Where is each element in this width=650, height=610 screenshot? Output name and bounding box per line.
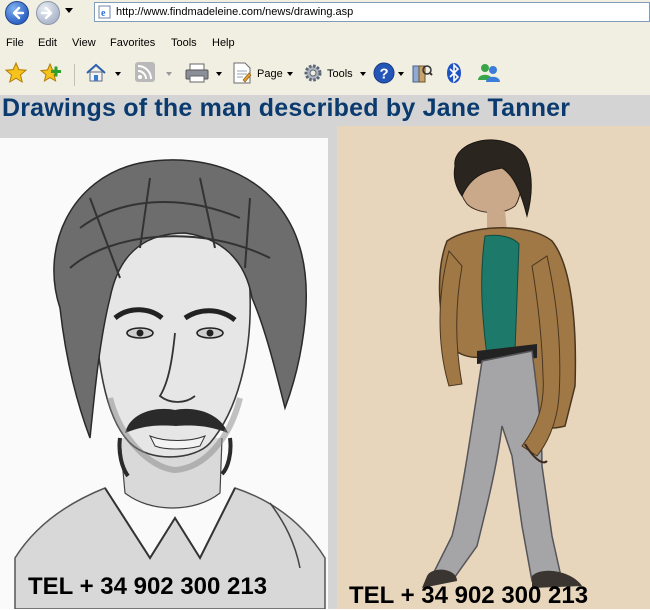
tools-gear-icon[interactable]	[302, 61, 324, 85]
bluetooth-icon[interactable]	[444, 61, 464, 85]
url-field[interactable]: e http://www.findmadeleine.com/news/draw…	[94, 2, 650, 22]
forward-button[interactable]	[36, 1, 60, 25]
menu-favorites[interactable]: Favorites	[110, 37, 155, 49]
add-favorite-icon[interactable]	[38, 61, 64, 85]
walking-figure-image	[337, 126, 650, 609]
forward-arrow-icon	[40, 6, 53, 20]
recent-pages-dropdown-icon[interactable]	[65, 8, 73, 14]
tools-menu-label[interactable]: Tools	[327, 68, 353, 80]
back-button[interactable]	[5, 1, 29, 25]
menu-file[interactable]: File	[6, 37, 24, 49]
url-text: http://www.findmadeleine.com/news/drawin…	[116, 6, 354, 18]
ie-page-icon: e	[98, 5, 111, 19]
page-dropdown-arrow[interactable]	[287, 72, 293, 76]
browser-chrome: e http://www.findmadeleine.com/news/draw…	[0, 0, 650, 95]
home-icon[interactable]	[84, 61, 108, 85]
composite-face-drawing: TEL + 34 902 300 213	[0, 138, 328, 609]
walking-man-drawing: TEL + 34 902 300 213	[337, 126, 650, 609]
command-toolbar: Page Tools ?	[0, 58, 650, 92]
page-menu-label[interactable]: Page	[257, 68, 283, 80]
page-title: Drawings of the man described by Jane Ta…	[2, 94, 571, 122]
face-sketch-image	[0, 138, 328, 609]
toolbar-separator	[74, 64, 75, 86]
svg-text:e: e	[101, 8, 106, 19]
menu-edit[interactable]: Edit	[38, 37, 57, 49]
favorites-star-icon[interactable]	[4, 61, 28, 85]
svg-text:?: ?	[380, 66, 389, 83]
tools-dropdown-arrow[interactable]	[360, 72, 366, 76]
right-phone-caption: TEL + 34 902 300 213	[349, 582, 589, 609]
left-phone-caption: TEL + 34 902 300 213	[28, 573, 268, 600]
menu-help[interactable]: Help	[212, 37, 235, 49]
print-dropdown-arrow[interactable]	[216, 72, 222, 76]
help-icon[interactable]: ?	[372, 61, 396, 85]
menu-view[interactable]: View	[72, 37, 96, 49]
research-icon[interactable]	[410, 61, 434, 85]
help-dropdown-arrow[interactable]	[398, 72, 404, 76]
address-bar: e http://www.findmadeleine.com/news/draw…	[0, 0, 650, 26]
rss-feed-icon[interactable]	[134, 61, 156, 83]
menu-tools[interactable]: Tools	[171, 37, 197, 49]
print-icon[interactable]	[184, 61, 210, 85]
feeds-dropdown-arrow[interactable]	[166, 72, 172, 76]
messenger-icon[interactable]	[476, 61, 502, 85]
home-dropdown-arrow[interactable]	[115, 72, 121, 76]
page-icon[interactable]	[231, 61, 253, 85]
web-page: Drawings of the man described by Jane Ta…	[0, 94, 650, 609]
back-arrow-icon	[12, 6, 25, 20]
menu-bar: File Edit View Favorites Tools Help	[0, 33, 650, 53]
